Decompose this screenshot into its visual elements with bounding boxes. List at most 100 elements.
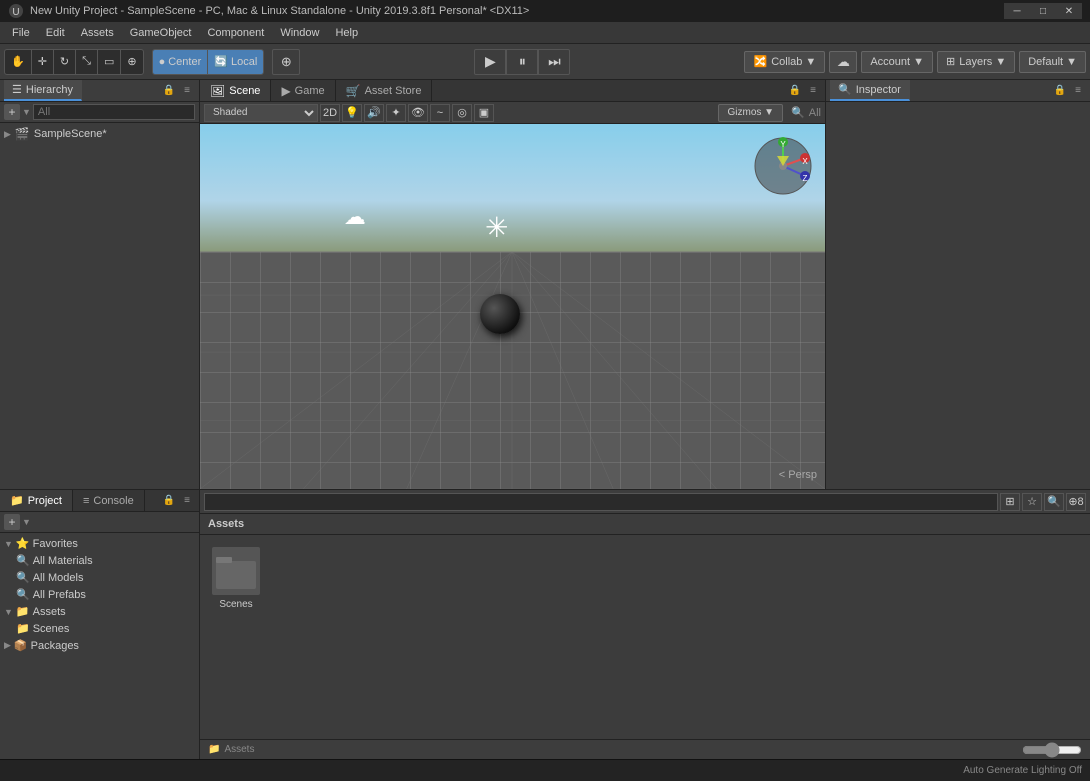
asset-size-slider[interactable] [1022, 742, 1082, 758]
scenes-folder-label: Scenes [219, 599, 252, 610]
cloud-button[interactable]: ☁ [829, 51, 857, 73]
center-icon: ● [159, 56, 166, 68]
layers-button[interactable]: ⊞ Layers ▼ [937, 51, 1015, 73]
scene-toolbar: Shaded Wireframe Shaded Wireframe 2D 💡 🔊… [200, 102, 825, 124]
project-lock-button[interactable]: 🔒 [161, 493, 177, 509]
hierarchy-search-input[interactable] [33, 104, 195, 120]
hierarchy-arrow: ▼ [22, 107, 31, 117]
scene-fx-button[interactable]: ✦ [386, 104, 406, 122]
assets-more-button[interactable]: ⊕8 [1066, 493, 1086, 511]
all-materials-label: All Materials [33, 555, 93, 567]
project-menu-button[interactable]: ≡ [179, 493, 195, 509]
close-button[interactable]: ✕ [1056, 3, 1082, 19]
play-button[interactable]: ▶ [474, 49, 506, 75]
assets-tree-item[interactable]: ▼ 📁 Assets [0, 603, 199, 620]
hide-skybox-button[interactable]: 👁 [408, 104, 428, 122]
assets-content[interactable]: Scenes [200, 535, 1090, 739]
scene-tab[interactable]: 🖼 Scene [200, 80, 271, 101]
search-icon: 🔍 [791, 106, 805, 119]
project-add-button[interactable]: + [4, 514, 20, 530]
scene-light-button[interactable]: 💡 [342, 104, 362, 122]
packages-item[interactable]: ▶ 📦 Packages [0, 637, 199, 654]
gizmos-label: Gizmos ▼ [727, 107, 774, 118]
fog-button[interactable]: ~ [430, 104, 450, 122]
scene-sun: ✳ [485, 211, 515, 241]
menu-assets[interactable]: Assets [73, 22, 122, 43]
rotate-tool-button[interactable]: ↻ [54, 49, 75, 75]
all-models-item[interactable]: 🔍 All Models [12, 569, 199, 586]
hierarchy-tab[interactable]: ☰ Hierarchy [4, 80, 82, 101]
menu-gameobject[interactable]: GameObject [122, 22, 200, 43]
collab-button[interactable]: 🔀 Collab ▼ [744, 51, 825, 73]
inspector-tab[interactable]: 🔍 Inspector [830, 80, 910, 101]
animated-materials-button[interactable]: ▣ [474, 104, 494, 122]
assets-filter-button[interactable]: ⊞ [1000, 493, 1020, 511]
game-tab[interactable]: ▶ Game [271, 80, 335, 101]
menu-component[interactable]: Component [199, 22, 272, 43]
scene-lock-button[interactable]: 🔒 [787, 83, 803, 99]
scale-tool-button[interactable]: ⤡ [76, 49, 97, 75]
hierarchy-tree: ▶ 🎬 SampleScene* [0, 123, 199, 489]
maximize-button[interactable]: □ [1030, 3, 1056, 19]
step-button[interactable]: ⏭ [538, 49, 570, 75]
scenes-tree-label: Scenes [33, 623, 70, 635]
2d-view-button[interactable]: 2D [320, 104, 340, 122]
move-tool-button[interactable]: ✛ [32, 49, 53, 75]
menu-file[interactable]: File [4, 22, 38, 43]
hierarchy-lock-button[interactable]: 🔒 [161, 83, 177, 99]
inspector-content [826, 102, 1090, 489]
inspector-menu-button[interactable]: ≡ [1070, 83, 1086, 99]
menu-help[interactable]: Help [327, 22, 366, 43]
play-controls: ▶ ⏸ ⏭ [474, 49, 570, 75]
hand-tool-button[interactable]: ✋ [5, 49, 31, 75]
rect-tool-button[interactable]: ▭ [98, 49, 120, 75]
snap-button[interactable]: ⊕ [272, 49, 300, 75]
svg-text:U: U [12, 7, 19, 18]
center-button[interactable]: ● Center [153, 49, 208, 75]
favorites-item[interactable]: ▼ ⭐ Favorites [0, 535, 199, 552]
project-tab[interactable]: 📁 Project [0, 490, 73, 511]
local-button[interactable]: 🔄 Local [208, 49, 263, 75]
assets-header: Assets [200, 514, 1090, 535]
project-tab-label: Project [28, 495, 62, 507]
flares-button[interactable]: ◎ [452, 104, 472, 122]
menu-window[interactable]: Window [272, 22, 327, 43]
asset-store-icon: 🛒 [346, 84, 361, 98]
menu-edit[interactable]: Edit [38, 22, 73, 43]
inspector-panel: 🔍 Inspector 🔒 ≡ [825, 80, 1090, 489]
console-tab[interactable]: ≡ Console [73, 490, 145, 511]
layers-label: Layers ▼ [959, 56, 1006, 68]
size-slider-container [1022, 742, 1082, 758]
assets-search-button[interactable]: 🔍 [1044, 493, 1064, 511]
inspector-icon: 🔍 [838, 83, 852, 96]
account-button[interactable]: Account ▼ [861, 51, 933, 73]
inspector-lock-button[interactable]: 🔒 [1052, 83, 1068, 99]
layout-button[interactable]: Default ▼ [1019, 51, 1086, 73]
scene-view[interactable]: ✳ ☁ X [200, 124, 825, 489]
gizmos-button[interactable]: Gizmos ▼ [718, 104, 783, 122]
all-prefabs-item[interactable]: 🔍 All Prefabs [12, 586, 199, 603]
scene-persp-label: < Persp [779, 469, 817, 481]
all-materials-icon: 🔍 [16, 554, 30, 567]
hierarchy-add-button[interactable]: + [4, 104, 20, 120]
minimize-button[interactable]: ─ [1004, 3, 1030, 19]
scenes-folder-item[interactable]: Scenes [208, 543, 264, 614]
all-materials-item[interactable]: 🔍 All Materials [12, 552, 199, 569]
scenes-tree-item[interactable]: 📁 Scenes [12, 620, 199, 637]
packages-folder-icon: 📦 [14, 639, 28, 652]
asset-store-tab[interactable]: 🛒 Asset Store [336, 80, 433, 101]
scene-menu-button[interactable]: ≡ [805, 83, 821, 99]
scene-item[interactable]: ▶ 🎬 SampleScene* [0, 125, 199, 143]
assets-star-button[interactable]: ☆ [1022, 493, 1042, 511]
center-tabs: 🖼 Scene ▶ Game 🛒 Asset Store 🔒 ≡ [200, 80, 825, 102]
svg-text:Z: Z [803, 174, 808, 183]
custom-tool-button[interactable]: ⊕ [121, 49, 142, 75]
hierarchy-menu-button[interactable]: ≡ [179, 83, 195, 99]
shading-mode-select[interactable]: Shaded Wireframe Shaded Wireframe [204, 104, 318, 122]
assets-search-input[interactable] [204, 493, 998, 511]
scene-unity-icon: 🎬 [15, 127, 30, 141]
pause-button[interactable]: ⏸ [506, 49, 538, 75]
scene-audio-button[interactable]: 🔊 [364, 104, 384, 122]
all-models-label: All Models [33, 572, 84, 584]
project-tree: ▼ ⭐ Favorites 🔍 All Materials 🔍 All Mode… [0, 533, 199, 759]
